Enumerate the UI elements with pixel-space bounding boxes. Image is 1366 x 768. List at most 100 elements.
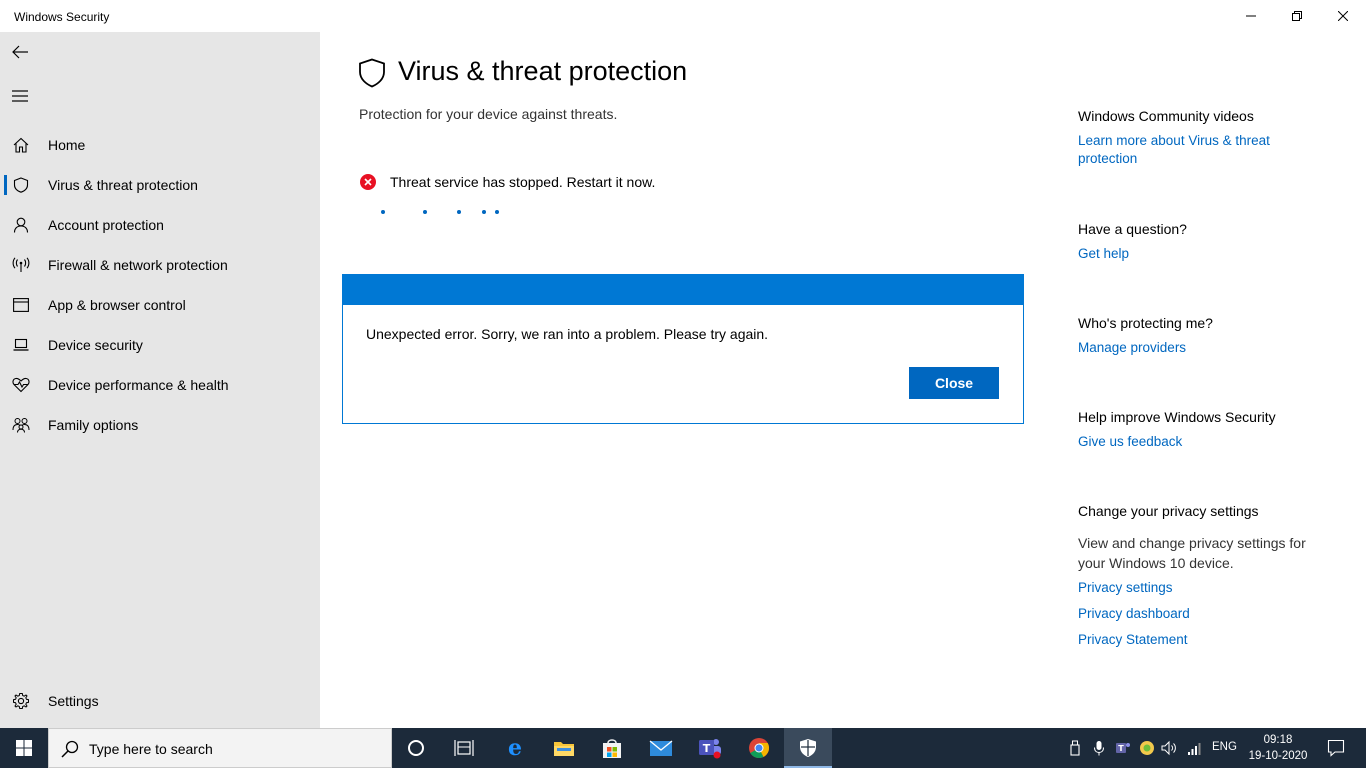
loading-dot	[495, 210, 499, 214]
windows-security-taskbar-button[interactable]	[784, 728, 832, 768]
sidebar-item-firewall-network-protection[interactable]: Firewall & network protection	[0, 245, 320, 285]
privacy-dashboard-link[interactable]: Privacy dashboard	[1078, 605, 1328, 623]
cortana-icon	[408, 740, 424, 756]
close-icon	[1338, 11, 1348, 21]
shield-icon	[358, 58, 386, 93]
sidebar-item-account-protection[interactable]: Account protection	[0, 205, 320, 245]
sidebar-item-label: Device performance & health	[48, 377, 229, 393]
loading-dot	[482, 210, 486, 214]
sidebar-item-app-browser-control[interactable]: App & browser control	[0, 285, 320, 325]
store-button[interactable]	[588, 728, 636, 768]
community-link[interactable]: Learn more about Virus & threat protecti…	[1078, 132, 1328, 168]
manage-providers-link[interactable]: Manage providers	[1078, 339, 1328, 357]
loading-dot	[381, 210, 385, 214]
taskbar-clock[interactable]: 09:18 19-10-2020	[1246, 732, 1310, 764]
clock-time: 09:18	[1263, 734, 1293, 746]
sidebar-item-label: Device security	[48, 337, 143, 353]
task-view-icon	[454, 740, 474, 756]
family-icon	[12, 416, 30, 434]
sidebar-item-label: Family options	[48, 417, 139, 433]
close-window-button[interactable]	[1320, 0, 1366, 32]
edge-button[interactable]: e	[491, 728, 539, 768]
menu-button[interactable]	[8, 84, 32, 108]
start-button[interactable]	[0, 728, 48, 768]
taskbar-search[interactable]: Type here to search	[48, 728, 392, 768]
minimize-button[interactable]	[1228, 0, 1274, 32]
error-dialog: Unexpected error. Sorry, we ran into a p…	[342, 274, 1024, 424]
clock-date: 19-10-2020	[1248, 750, 1308, 762]
security-shield-icon	[800, 739, 816, 757]
dialog-message: Unexpected error. Sorry, we ran into a p…	[366, 326, 769, 342]
search-placeholder: Type here to search	[89, 741, 213, 757]
sidebar-item-label: Firewall & network protection	[48, 257, 228, 273]
task-view-button[interactable]	[440, 728, 488, 768]
title-bar: Windows Security	[0, 0, 1366, 32]
community-heading: Windows Community videos	[1078, 108, 1254, 124]
sidebar-item-label: Settings	[48, 693, 99, 709]
store-bag-icon	[603, 739, 621, 758]
privacy-section: Change your privacy settings View and ch…	[1078, 501, 1328, 649]
hamburger-icon	[12, 90, 28, 102]
privacy-statement-link[interactable]: Privacy Statement	[1078, 631, 1328, 649]
mail-button[interactable]	[637, 728, 685, 768]
page-subtitle: Protection for your device against threa…	[359, 106, 618, 122]
input-language-indicator[interactable]: ENG	[1212, 741, 1237, 753]
back-arrow-icon	[12, 45, 28, 59]
dialog-title-bar	[343, 275, 1023, 305]
loading-indicator	[378, 207, 518, 217]
network-signal-icon[interactable]	[1187, 740, 1203, 756]
question-heading: Have a question?	[1078, 221, 1187, 237]
sidebar: Home Virus & threat protection Account p…	[0, 32, 320, 728]
teams-icon: T	[699, 739, 721, 759]
privacy-heading: Change your privacy settings	[1078, 503, 1259, 519]
close-button[interactable]: Close	[909, 367, 999, 399]
feedback-link[interactable]: Give us feedback	[1078, 433, 1328, 451]
sidebar-item-label: Account protection	[48, 217, 164, 233]
privacy-description: View and change privacy settings for you…	[1078, 535, 1306, 571]
sidebar-item-label: Home	[48, 137, 86, 153]
sidebar-item-family-options[interactable]: Family options	[0, 405, 320, 445]
sidebar-item-label: App & browser control	[48, 297, 186, 313]
laptop-icon	[12, 336, 30, 354]
shield-icon	[12, 176, 30, 194]
teams-tray-icon[interactable]: T	[1115, 740, 1131, 756]
loading-dot	[423, 210, 427, 214]
improve-section: Help improve Windows Security Give us fe…	[1078, 407, 1328, 451]
action-center-button[interactable]	[1316, 728, 1356, 768]
microphone-icon[interactable]	[1091, 740, 1107, 756]
get-help-link[interactable]: Get help	[1078, 245, 1328, 263]
mail-icon	[649, 740, 673, 756]
svg-text:T: T	[703, 742, 711, 755]
protecting-section: Who's protecting me? Manage providers	[1078, 313, 1328, 357]
file-explorer-button[interactable]	[540, 728, 588, 768]
error-icon	[360, 174, 376, 190]
browser-window-icon	[12, 296, 30, 314]
restore-button[interactable]	[1274, 0, 1320, 32]
windows-logo-icon	[16, 740, 32, 756]
sidebar-item-home[interactable]: Home	[0, 125, 320, 165]
usb-device-icon[interactable]	[1067, 740, 1083, 756]
main-content: Virus & threat protection Protection for…	[320, 32, 1366, 728]
threat-status-row: Threat service has stopped. Restart it n…	[360, 172, 655, 192]
teams-button[interactable]: T	[686, 728, 734, 768]
sidebar-item-label: Virus & threat protection	[48, 177, 198, 193]
chrome-button[interactable]	[735, 728, 783, 768]
search-icon	[61, 740, 79, 763]
sidebar-item-settings[interactable]: Settings	[0, 681, 320, 721]
privacy-settings-link[interactable]: Privacy settings	[1078, 579, 1328, 597]
vpn-tray-icon[interactable]	[1139, 740, 1155, 756]
volume-icon[interactable]	[1161, 740, 1177, 756]
person-icon	[12, 216, 30, 234]
page-title: Virus & threat protection	[398, 56, 688, 86]
antenna-icon	[12, 256, 30, 274]
gear-icon	[12, 692, 30, 710]
sidebar-item-virus-threat-protection[interactable]: Virus & threat protection	[0, 165, 320, 205]
loading-dot	[457, 210, 461, 214]
protecting-heading: Who's protecting me?	[1078, 315, 1213, 331]
sidebar-item-device-performance-health[interactable]: Device performance & health	[0, 365, 320, 405]
sidebar-item-device-security[interactable]: Device security	[0, 325, 320, 365]
question-section: Have a question? Get help	[1078, 219, 1328, 263]
svg-text:e: e	[508, 737, 522, 759]
back-button[interactable]	[8, 40, 32, 64]
cortana-button[interactable]	[392, 728, 440, 768]
